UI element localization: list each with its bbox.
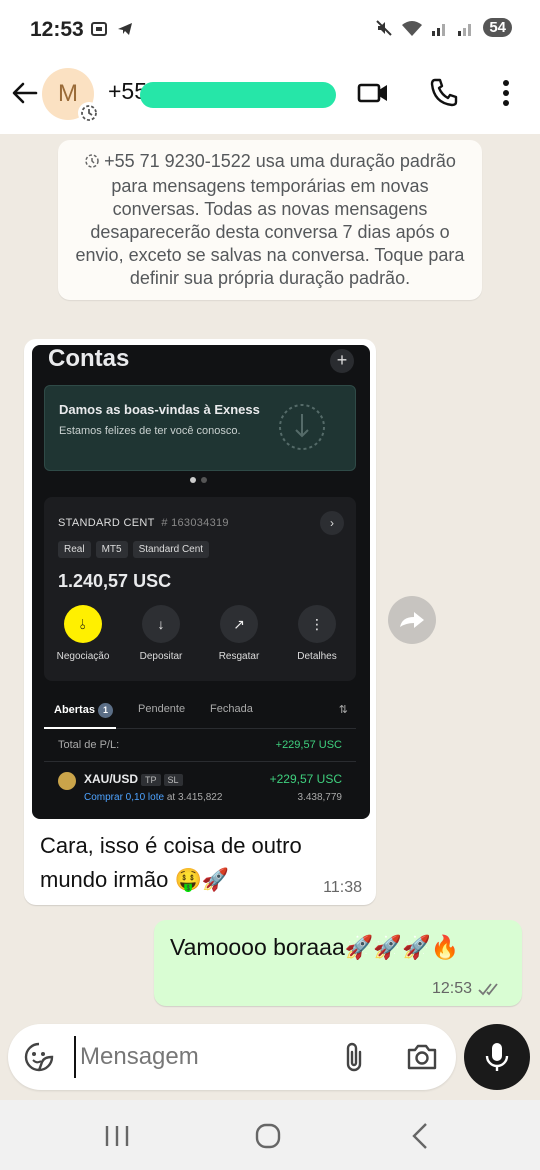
welcome-card: Damos as boas-vindas à Exness Estamos fe… bbox=[44, 385, 356, 471]
account-name: STANDARD CENT bbox=[58, 517, 155, 529]
forward-button[interactable] bbox=[388, 596, 436, 644]
account-tag: Standard Cent bbox=[132, 541, 210, 558]
tab-underline bbox=[44, 727, 116, 729]
action-label: Resgatar bbox=[218, 651, 260, 662]
attach-button[interactable] bbox=[342, 1040, 366, 1079]
screenshot-icon bbox=[91, 22, 107, 36]
video-call-button[interactable] bbox=[356, 76, 390, 115]
more-vert-icon bbox=[503, 80, 509, 106]
camera-icon bbox=[407, 1044, 437, 1070]
status-time: 12:53 bbox=[30, 18, 84, 41]
battery-indicator: 54 bbox=[483, 18, 512, 37]
position-current-price: 3.438,779 bbox=[297, 792, 343, 803]
microphone-icon bbox=[485, 1043, 509, 1071]
position-row: XAU/USD TP SL +229,57 USC Comprar 0,10 lot… bbox=[44, 761, 356, 813]
timer-icon bbox=[84, 152, 100, 175]
system-message-text: +55 71 9230-1522 usa uma duração padrão … bbox=[75, 151, 465, 288]
more-options-button[interactable] bbox=[496, 76, 516, 115]
chat-header: M +55 bbox=[0, 62, 540, 134]
phone-icon bbox=[430, 78, 458, 107]
action-label: Detalhes bbox=[297, 651, 337, 662]
trade-icon: ⫰ bbox=[64, 605, 102, 643]
sticker-icon bbox=[24, 1042, 54, 1072]
composer bbox=[0, 1020, 540, 1100]
tab-open-label: Abertas bbox=[54, 704, 95, 716]
image-attachment[interactable]: Contas + Damos as boas-vindas à Exness E… bbox=[32, 345, 370, 819]
message-input[interactable] bbox=[74, 1036, 324, 1078]
account-number: # 163034319 bbox=[161, 517, 229, 529]
voice-call-button[interactable] bbox=[428, 76, 460, 113]
chevron-right-icon: › bbox=[320, 511, 344, 535]
sort-icon: ⇅ bbox=[338, 704, 348, 716]
action-trade: ⫰ Negociação bbox=[44, 605, 122, 662]
action-details: ⋮ Detalhes bbox=[278, 605, 356, 662]
action-deposit: ↓ Depositar bbox=[122, 605, 200, 662]
mute-icon bbox=[376, 19, 393, 36]
account-tag: Real bbox=[58, 541, 91, 558]
disappearing-timer-icon bbox=[78, 102, 100, 124]
home-button[interactable] bbox=[254, 1122, 282, 1155]
pl-value: +229,57 USC bbox=[275, 739, 342, 751]
wifi-icon bbox=[402, 20, 423, 36]
chevron-left-icon bbox=[412, 1123, 427, 1149]
voice-record-button[interactable] bbox=[464, 1024, 530, 1090]
signal-icon-2 bbox=[458, 23, 472, 36]
home-icon bbox=[255, 1123, 281, 1149]
withdraw-icon: ↗ bbox=[220, 605, 258, 643]
position-open-price: at 3.415,822 bbox=[166, 792, 223, 803]
sl-tag: SL bbox=[163, 774, 183, 786]
message-caption: Cara, isso é coisa de outro mundo irmão … bbox=[40, 833, 302, 892]
signal-icon bbox=[432, 23, 446, 36]
carousel-dots bbox=[190, 477, 207, 483]
avatar-initial: M bbox=[58, 80, 78, 107]
camera-button[interactable] bbox=[406, 1042, 438, 1077]
hourglass-icon bbox=[279, 404, 325, 450]
message-time: 11:38 bbox=[323, 879, 362, 896]
system-message[interactable]: +55 71 9230-1522 usa uma duração padrão … bbox=[58, 140, 482, 300]
details-icon: ⋮ bbox=[298, 605, 336, 643]
tp-tag: TP bbox=[141, 774, 161, 786]
status-bar: 12:53 54 bbox=[0, 0, 540, 62]
tab-closed: Fechada bbox=[210, 703, 253, 715]
recents-button[interactable] bbox=[104, 1124, 130, 1153]
chat-area[interactable]: +55 71 9230-1522 usa uma duração padrão … bbox=[0, 134, 540, 1020]
tab-open: Abertas 1 bbox=[54, 703, 113, 718]
pl-label: Total de P/L: bbox=[58, 739, 120, 751]
redaction-mark bbox=[140, 82, 336, 108]
telegram-icon bbox=[118, 23, 132, 35]
screenshot-title: Contas bbox=[48, 345, 130, 372]
arrow-left-icon bbox=[12, 82, 38, 104]
welcome-subtitle: Estamos felizes de ter você conosco. bbox=[59, 425, 241, 437]
back-button[interactable] bbox=[10, 78, 40, 113]
forward-icon bbox=[400, 612, 424, 628]
account-balance: 1.240,57 USC bbox=[58, 571, 172, 591]
add-account-icon: + bbox=[330, 349, 354, 373]
back-nav-button[interactable] bbox=[408, 1122, 432, 1155]
message-time: 12:53 bbox=[431, 980, 472, 997]
video-camera-icon bbox=[357, 83, 387, 103]
tab-open-count: 1 bbox=[97, 703, 113, 718]
action-withdraw: ↗ Resgatar bbox=[200, 605, 278, 662]
tab-pending: Pendente bbox=[138, 703, 186, 715]
double-check-icon bbox=[478, 983, 498, 996]
welcome-title: Damos as boas-vindas à Exness bbox=[59, 402, 260, 417]
incoming-message[interactable]: Contas + Damos as boas-vindas à Exness E… bbox=[24, 339, 376, 905]
position-symbol: XAU/USD bbox=[84, 772, 139, 786]
paperclip-icon bbox=[346, 1042, 362, 1072]
action-label: Depositar bbox=[139, 651, 183, 662]
account-tag: MT5 bbox=[95, 541, 128, 558]
gold-flag-icon bbox=[58, 772, 76, 790]
system-nav-bar bbox=[0, 1100, 540, 1170]
message-composer bbox=[8, 1024, 456, 1090]
account-card: STANDARD CENT # 163034319 › Real MT5 Sta… bbox=[44, 497, 356, 681]
position-action: Comprar 0,10 lote bbox=[84, 792, 165, 803]
orders-tabs: Abertas 1 Pendente Fechada ⇅ bbox=[44, 699, 356, 729]
action-label: Negociação bbox=[56, 651, 110, 662]
recents-icon bbox=[105, 1126, 129, 1146]
message-text: Vamoooo boraaa🚀🚀🚀🔥 bbox=[170, 934, 460, 960]
emoji-button[interactable] bbox=[24, 1042, 54, 1077]
deposit-icon: ↓ bbox=[142, 605, 180, 643]
outgoing-message[interactable]: Vamoooo boraaa🚀🚀🚀🔥 12:53 bbox=[154, 920, 522, 1006]
position-profit: +229,57 USC bbox=[269, 772, 342, 786]
